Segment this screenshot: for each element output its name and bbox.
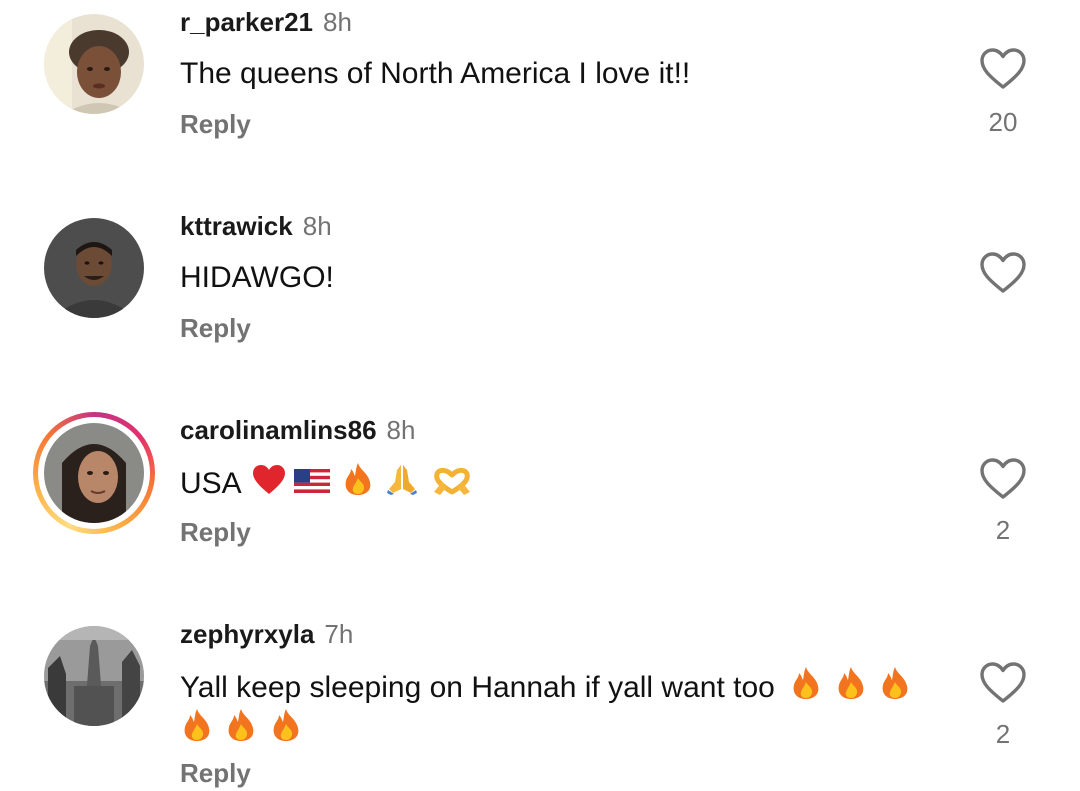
comment-text: The queens of North America I love it!! — [180, 57, 691, 90]
timestamp: 7h — [324, 619, 354, 649]
username[interactable]: r_parker21 — [180, 7, 313, 37]
fire-emoji — [838, 667, 863, 699]
comment-meta: zephyrxyla 7h — [180, 618, 353, 650]
fire-emoji — [793, 667, 819, 699]
comment-text-content: Yall keep sleeping on Hannah if yall wan… — [180, 671, 775, 704]
like-count: 2 — [995, 515, 1011, 545]
heart-outline-icon[interactable] — [980, 662, 1026, 704]
reply-button[interactable]: Reply — [180, 516, 251, 548]
comment-meta: carolinamlins86 8h — [180, 414, 415, 446]
timestamp: 8h — [386, 415, 416, 445]
comment-text: HIDAWGO! — [180, 261, 334, 294]
avatar[interactable] — [44, 218, 144, 318]
comment-meta: kttrawick 8h — [180, 210, 332, 242]
heart-outline-icon[interactable] — [980, 252, 1026, 294]
avatar[interactable] — [44, 14, 144, 114]
fire-emoji — [184, 709, 210, 741]
comment-text-content: USA — [180, 467, 241, 500]
avatar-image — [44, 423, 144, 523]
red-heart-emoji — [253, 465, 286, 494]
us-flag-emoji — [293, 469, 330, 493]
comment-item: kttrawick 8h HIDAWGO! Reply — [0, 204, 1080, 404]
username[interactable]: carolinamlins86 — [180, 415, 377, 445]
avatar-story-ring[interactable] — [33, 412, 155, 534]
heart-hands-emoji — [433, 467, 470, 495]
reply-button[interactable]: Reply — [180, 757, 251, 789]
avatar-image — [44, 14, 144, 114]
avatar — [44, 423, 144, 523]
fire-emoji — [345, 463, 371, 495]
fire-emoji — [228, 709, 254, 741]
heart-outline-icon[interactable] — [980, 458, 1026, 500]
like-count: 2 — [995, 719, 1011, 749]
avatar-image — [44, 626, 144, 726]
timestamp: 8h — [323, 7, 352, 37]
avatar-image — [44, 218, 144, 318]
like-count: 20 — [988, 107, 1018, 137]
reply-button[interactable]: Reply — [180, 108, 251, 140]
username[interactable]: kttrawick — [180, 211, 293, 241]
folded-hands-emoji — [387, 465, 418, 495]
comment-item: r_parker21 8h The queens of North America… — [0, 0, 1080, 200]
heart-outline-icon[interactable] — [980, 48, 1026, 90]
fire-emoji — [273, 709, 299, 741]
comment-item: carolinamlins86 8h USA Reply 2 — [0, 408, 1080, 608]
timestamp: 8h — [302, 211, 332, 241]
comment-text: Yall keep sleeping on Hannah if yall wan… — [180, 666, 940, 750]
comment-item: zephyrxyla 7h Yall keep sleeping on Hanna… — [0, 612, 1080, 791]
fire-emoji — [882, 667, 908, 699]
username[interactable]: zephyrxyla — [180, 619, 314, 649]
avatar[interactable] — [44, 626, 144, 726]
comment-text: USA — [180, 462, 940, 504]
comment-meta: r_parker21 8h — [180, 6, 352, 38]
reply-button[interactable]: Reply — [180, 312, 251, 344]
